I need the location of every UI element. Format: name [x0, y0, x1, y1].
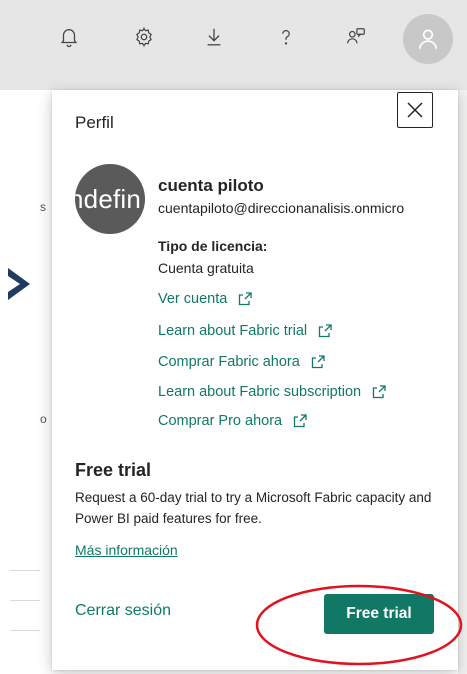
- close-icon: [407, 102, 423, 118]
- avatar-text: ndefin: [75, 183, 142, 214]
- divider: [10, 570, 40, 571]
- trial-description: Request a 60-day trial to try a Microsof…: [75, 490, 432, 526]
- profile-panel: Perfil ndefin cuenta piloto cuentapiloto…: [52, 90, 458, 670]
- more-info-link[interactable]: Más información: [75, 542, 178, 558]
- account-avatar-button[interactable]: [403, 14, 453, 64]
- user-email: cuentapiloto@direccionanalisis.onmicro: [158, 200, 405, 216]
- trial-heading: Free trial: [75, 460, 152, 480]
- view-account-link[interactable]: Ver cuenta: [158, 291, 253, 307]
- bell-icon[interactable]: [54, 22, 84, 52]
- gear-icon[interactable]: [129, 22, 159, 52]
- learn-fabric-trial-link[interactable]: Learn about Fabric trial: [158, 323, 333, 339]
- link-label: Learn about Fabric subscription: [158, 384, 362, 400]
- divider: [10, 600, 40, 601]
- free-trial-button[interactable]: Free trial: [324, 594, 434, 634]
- buy-fabric-link[interactable]: Comprar Fabric ahora: [158, 354, 326, 370]
- background-page-left: s o: [0, 90, 52, 674]
- feedback-icon[interactable]: [341, 22, 371, 52]
- background-page-right: [458, 90, 467, 674]
- help-icon[interactable]: [271, 22, 301, 52]
- external-link-icon: [292, 413, 308, 429]
- external-link-icon: [317, 323, 333, 339]
- avatar: ndefin: [75, 164, 145, 234]
- external-link-icon: [237, 291, 253, 307]
- background-text-fragment: o: [40, 412, 47, 426]
- license-label: Tipo de licencia:: [158, 238, 268, 254]
- link-label: Comprar Pro ahora: [158, 413, 283, 429]
- top-header-bar: [0, 0, 467, 90]
- link-label: Ver cuenta: [158, 291, 228, 307]
- divider: [10, 630, 40, 631]
- link-label: Learn about Fabric trial: [158, 323, 308, 339]
- signout-link[interactable]: Cerrar sesión: [75, 602, 171, 620]
- close-button[interactable]: [397, 92, 433, 128]
- user-name: cuenta piloto: [158, 176, 264, 195]
- download-icon[interactable]: [199, 22, 229, 52]
- panel-title: Perfil: [75, 113, 114, 132]
- external-link-icon: [310, 354, 326, 370]
- learn-fabric-subscription-link[interactable]: Learn about Fabric subscription: [158, 384, 387, 400]
- link-label: Comprar Fabric ahora: [158, 354, 300, 370]
- person-icon: [419, 29, 437, 49]
- background-text-fragment: s: [40, 200, 46, 214]
- license-value: Cuenta gratuita: [158, 260, 254, 276]
- chevron-right-icon: [8, 268, 30, 300]
- buy-pro-link[interactable]: Comprar Pro ahora: [158, 413, 308, 429]
- external-link-icon: [371, 384, 387, 400]
